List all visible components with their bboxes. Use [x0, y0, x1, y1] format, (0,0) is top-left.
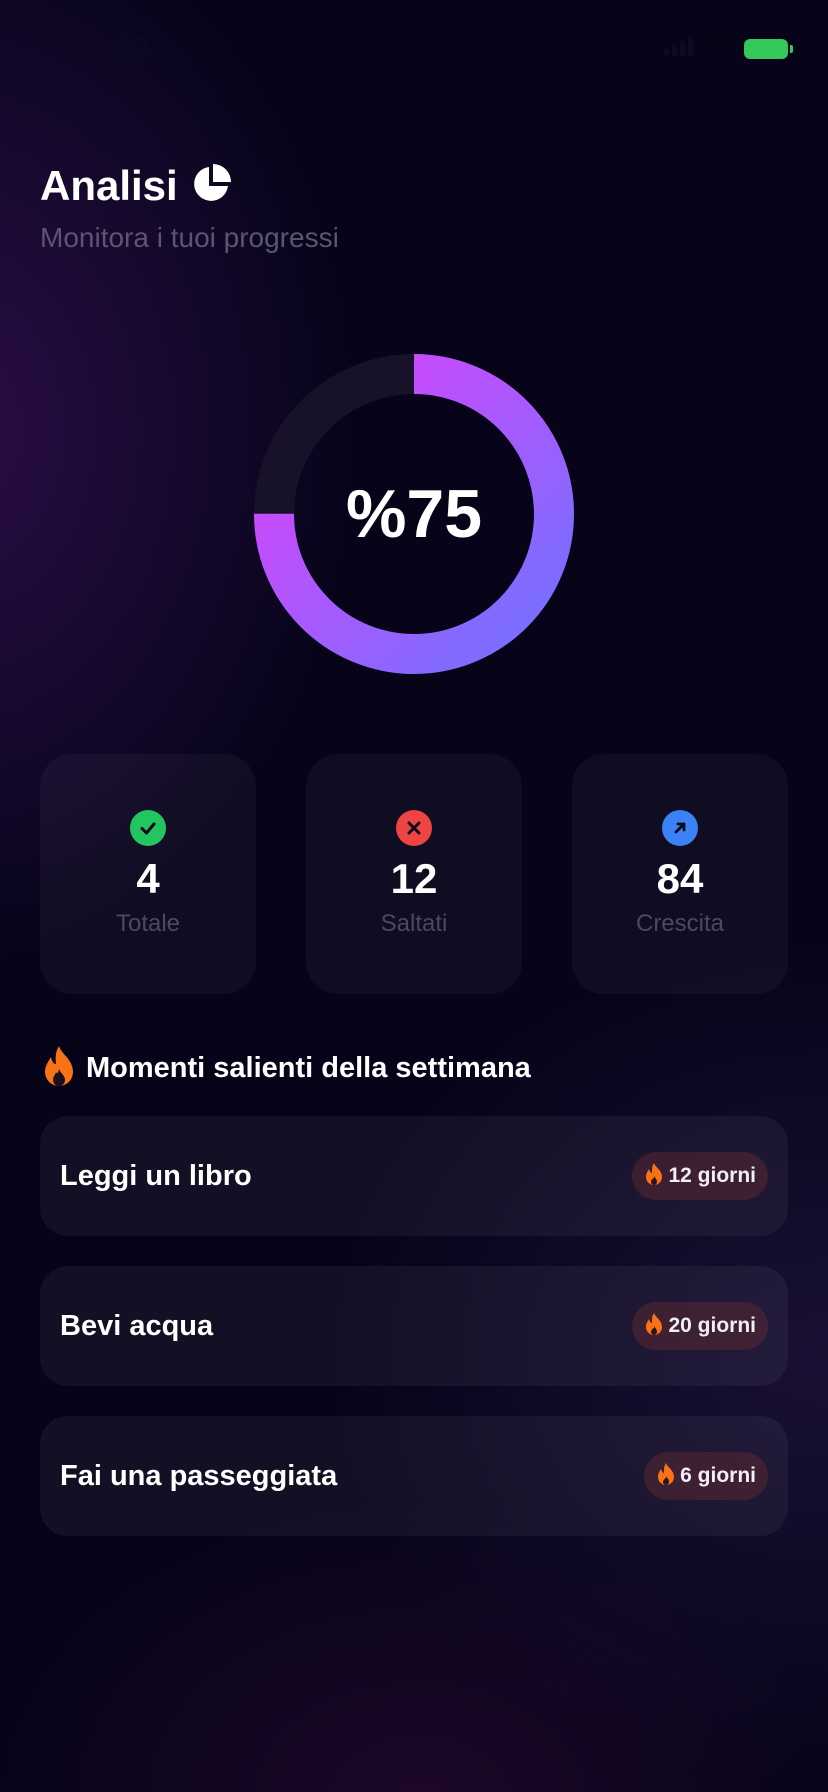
pie-chart-icon: [190, 163, 232, 210]
stat-value: 12: [390, 855, 438, 902]
status-bar: 16:49: [0, 0, 828, 100]
page-subtitle: Monitora i tuoi progressi: [40, 222, 339, 253]
streak-badge: 6 giorni: [644, 1452, 768, 1500]
stat-value: 84: [656, 855, 704, 902]
streak-badge: 12 giorni: [632, 1152, 768, 1200]
progress-percentage: %75: [345, 476, 483, 552]
stats-row: 4 Totale 12 Saltati 84 Crescita: [40, 754, 788, 994]
habit-name: Fai una passeggiata: [60, 1459, 338, 1492]
list-item[interactable]: Bevi acqua 20 giorni: [40, 1266, 788, 1386]
stat-label: Totale: [115, 910, 181, 937]
flame-icon: [644, 1312, 664, 1341]
battery-icon: [744, 38, 793, 59]
x-mark-icon: [396, 810, 432, 846]
title-row: Analisi: [40, 160, 339, 212]
habit-name: Bevi acqua: [60, 1309, 214, 1342]
stat-label: Crescita: [635, 910, 725, 937]
habit-name: Leggi un libro: [60, 1159, 252, 1192]
stat-value: 4: [136, 855, 160, 902]
streak-text: 6 giorni: [680, 1464, 756, 1487]
stat-card-crescita: 84 Crescita: [572, 754, 788, 994]
streak-text: 20 giorni: [668, 1314, 756, 1337]
flame-icon: [40, 1045, 78, 1092]
list-item[interactable]: Fai una passeggiata 6 giorni: [40, 1416, 788, 1536]
flame-icon: [656, 1462, 676, 1491]
section-title: Momenti salienti della settimana: [86, 1051, 531, 1084]
weekly-highlights: Momenti salienti della settimana Leggi u…: [40, 1045, 788, 1566]
flame-icon: [644, 1162, 664, 1191]
status-icons: [664, 34, 793, 61]
status-time: 16:49: [60, 30, 150, 68]
stat-label: Saltati: [380, 910, 448, 937]
checkmark-icon: [130, 810, 166, 846]
list-item[interactable]: Leggi un libro 12 giorni: [40, 1116, 788, 1236]
progress-ring: %75: [254, 354, 574, 674]
stat-card-totale: 4 Totale: [40, 754, 256, 994]
highlight-list: Leggi un libro 12 giorni Bevi acqua 20 g…: [40, 1116, 788, 1536]
streak-badge: 20 giorni: [632, 1302, 768, 1350]
signal-icon: [664, 36, 694, 61]
section-header: Momenti salienti della settimana: [40, 1045, 788, 1092]
arrow-up-right-icon: [662, 810, 698, 846]
page-title: Analisi: [40, 162, 178, 209]
wifi-icon: [705, 34, 733, 61]
streak-text: 12 giorni: [668, 1164, 756, 1187]
stat-card-saltati: 12 Saltati: [306, 754, 522, 994]
page-header: Analisi Monitora i tuoi progressi: [40, 160, 339, 254]
